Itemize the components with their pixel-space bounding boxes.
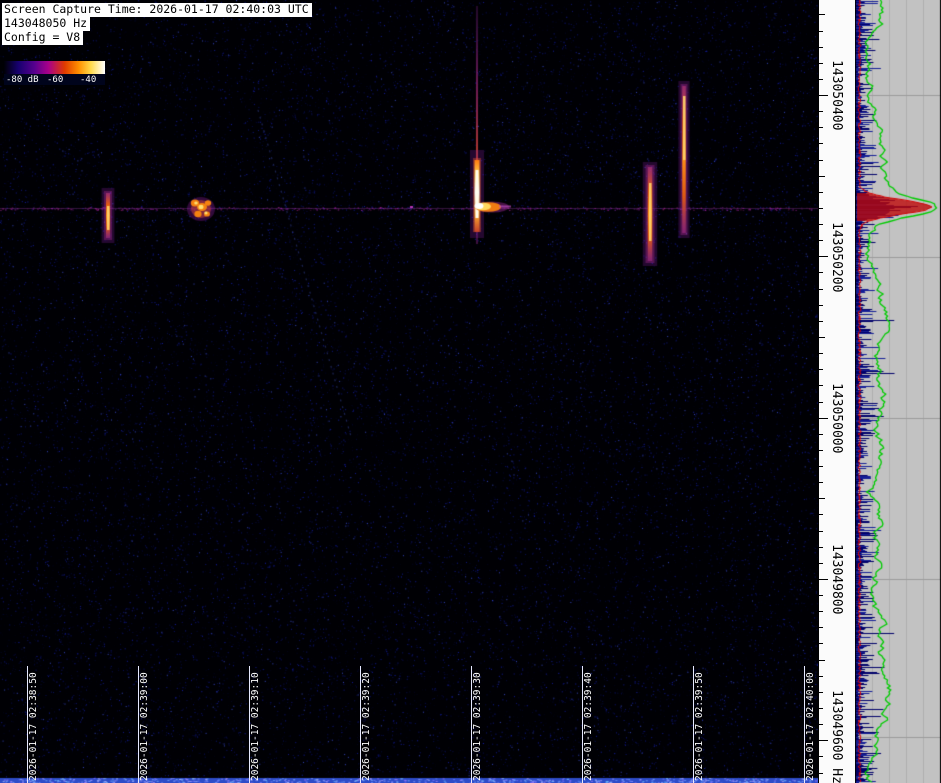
- freq-tick: [819, 708, 823, 709]
- freq-tick: [819, 14, 825, 15]
- live-spectrum-graph: [855, 0, 941, 783]
- freq-tick: [819, 160, 823, 161]
- freq-tick: [819, 63, 823, 64]
- freq-tick: [819, 611, 823, 612]
- freq-label: 143049800: [830, 544, 842, 614]
- freq-tick: [819, 95, 828, 96]
- freq-tick: [819, 724, 823, 725]
- freq-tick: [819, 385, 823, 386]
- freq-tick: [819, 756, 823, 757]
- freq-tick: [819, 321, 823, 322]
- color-scale-gradient: [4, 61, 105, 74]
- freq-tick: [819, 143, 823, 144]
- time-label: 2026-01-17 02:39:50: [694, 672, 705, 781]
- freq-tick: [819, 547, 823, 548]
- time-label: 2026-01-17 02:39:00: [139, 672, 150, 781]
- colorbar-label: -40: [80, 75, 96, 85]
- freq-tick: [819, 531, 823, 532]
- colorbar-label: -60: [47, 75, 63, 85]
- screen-capture-time-text: Screen Capture Time: 2026-01-17 02:40:03…: [2, 3, 312, 17]
- time-label: 2026-01-17 02:39:40: [583, 672, 594, 781]
- spectrogram-capture-window: 2026-01-17 02:38:50 2026-01-17 02:39:00 20…: [0, 0, 941, 783]
- time-axis: 2026-01-17 02:38:50 2026-01-17 02:39:00 20…: [0, 0, 818, 783]
- freq-tick: [819, 676, 823, 677]
- tuned-frequency-text: 143048050 Hz: [2, 17, 90, 31]
- frequency-axis: 143050400 143050200 143050000 143049800 1430…: [818, 0, 855, 783]
- freq-tick: [819, 579, 828, 580]
- freq-tick: [819, 111, 823, 112]
- freq-tick: [819, 563, 823, 564]
- freq-tick: [819, 47, 823, 48]
- capture-info-box: Screen Capture Time: 2026-01-17 02:40:03…: [2, 3, 312, 45]
- freq-tick: [819, 482, 823, 483]
- freq-label: 143050400: [830, 60, 842, 130]
- freq-tick: [819, 740, 828, 741]
- freq-tick: [819, 289, 823, 290]
- freq-tick: [819, 434, 823, 435]
- freq-tick: [819, 224, 823, 225]
- freq-tick: [819, 466, 823, 467]
- freq-tick: [819, 337, 825, 338]
- freq-tick: [819, 773, 823, 774]
- freq-tick: [819, 450, 823, 451]
- freq-tick: [819, 31, 823, 32]
- freq-tick: [819, 127, 823, 128]
- freq-tick: [819, 595, 823, 596]
- time-label: 2026-01-17 02:39:30: [472, 672, 483, 781]
- time-label: 2026-01-17 02:38:50: [28, 672, 39, 781]
- freq-tick: [819, 256, 828, 257]
- db-color-scale: -80 dB -60 -40: [4, 61, 105, 85]
- freq-tick: [819, 176, 825, 177]
- time-label: 2026-01-17 02:39:10: [250, 672, 261, 781]
- colorbar-label: -80 dB: [6, 75, 39, 85]
- freq-label: 143050200: [830, 222, 842, 292]
- freq-tick: [819, 272, 823, 273]
- freq-tick: [819, 305, 823, 306]
- freq-tick: [819, 208, 823, 209]
- freq-tick: [819, 192, 823, 193]
- freq-tick: [819, 692, 823, 693]
- freq-tick: [819, 418, 828, 419]
- freq-tick: [819, 240, 823, 241]
- freq-tick: [819, 643, 823, 644]
- freq-tick: [819, 369, 823, 370]
- freq-label: 143049600 Hz: [830, 690, 842, 783]
- freq-tick: [819, 514, 823, 515]
- freq-tick: [819, 79, 823, 80]
- freq-tick: [819, 627, 823, 628]
- time-label: 2026-01-17 02:40:00: [805, 672, 816, 781]
- time-label: 2026-01-17 02:39:20: [361, 672, 372, 781]
- freq-tick: [819, 402, 823, 403]
- color-scale-labels: -80 dB -60 -40: [4, 74, 105, 85]
- freq-tick: [819, 353, 823, 354]
- freq-tick: [819, 498, 825, 499]
- config-text: Config = V8: [2, 31, 83, 45]
- freq-label: 143050000: [830, 383, 842, 453]
- freq-tick: [819, 660, 825, 661]
